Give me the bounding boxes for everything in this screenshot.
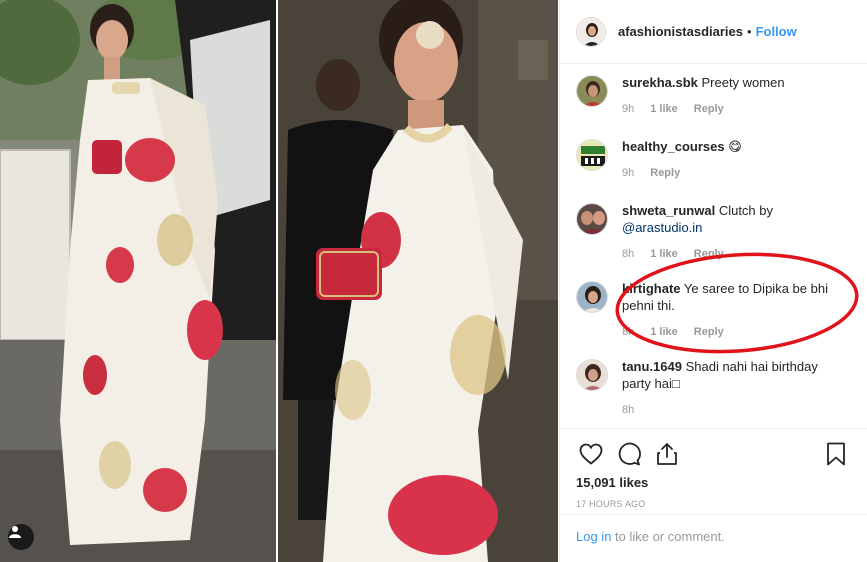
comment-likes-button[interactable]: 1 like xyxy=(650,246,678,263)
post-actions: 15,091 likes 17 HOURS AGO xyxy=(560,428,867,509)
comment-item: healthy_courses 😋 9h Reply xyxy=(576,118,851,182)
comment-time: 8h xyxy=(622,404,635,416)
comment-likes-button[interactable]: 1 like xyxy=(650,324,678,341)
post-photo[interactable] xyxy=(0,0,558,562)
heart-icon[interactable] xyxy=(576,439,606,469)
post-timestamp[interactable]: 17 HOURS AGO xyxy=(576,499,851,509)
comment-text-line: shweta_runwal Clutch by @arastudio.in xyxy=(622,202,842,236)
comment-text-line: tanu.1649 Shadi nahi hai birthday party … xyxy=(622,358,842,392)
comment-meta: 9h Reply xyxy=(622,165,842,182)
action-row xyxy=(576,435,851,473)
author-avatar[interactable] xyxy=(576,16,606,47)
comment-reply-button[interactable]: Reply xyxy=(694,324,724,341)
header-separator: • xyxy=(747,24,752,39)
comment-reply-button[interactable]: Reply xyxy=(650,165,680,182)
author-username[interactable]: afashionistasdiaries xyxy=(618,24,743,39)
comment-mention-link[interactable]: @arastudio.in xyxy=(622,220,702,235)
comment-username[interactable]: surekha.sbk xyxy=(622,75,698,90)
login-prompt: Log in to like or comment. xyxy=(560,514,867,562)
comment-username[interactable]: healthy_courses xyxy=(622,139,725,154)
commenter-avatar[interactable] xyxy=(576,359,608,391)
share-icon[interactable] xyxy=(652,439,682,469)
login-link[interactable]: Log in xyxy=(576,529,611,544)
comment-item: tanu.1649 Shadi nahi hai birthday party … xyxy=(576,341,851,419)
comment-body: surekha.sbk Preety women 9h 1 like Reply xyxy=(622,74,842,118)
comment-time: 9h xyxy=(622,167,635,179)
commenter-avatar[interactable] xyxy=(576,75,608,107)
comments-list[interactable]: surekha.sbk Preety women 9h 1 like Reply… xyxy=(560,64,867,429)
post-header: afashionistasdiaries • Follow xyxy=(560,0,867,64)
comment-item: kirtighate Ye saree to Dipika be bhi peh… xyxy=(576,263,851,341)
comment-reply-button[interactable]: Reply xyxy=(694,246,724,263)
comment-body: kirtighate Ye saree to Dipika be bhi peh… xyxy=(622,280,842,341)
comment-icon[interactable] xyxy=(614,439,644,469)
comment-username[interactable]: shweta_runwal xyxy=(622,203,715,218)
login-suffix: to like or comment. xyxy=(611,529,725,544)
comment-item: surekha.sbk Preety women 9h 1 like Reply xyxy=(576,64,851,118)
comment-time: 9h xyxy=(622,103,635,115)
right-photo-illustration xyxy=(278,0,558,562)
comment-meta: 8h xyxy=(622,402,842,419)
comment-meta: 9h 1 like Reply xyxy=(622,101,842,118)
left-photo-illustration xyxy=(0,0,276,562)
photo-left-panel xyxy=(0,0,276,562)
comment-body: shweta_runwal Clutch by @arastudio.in 8h… xyxy=(622,202,842,263)
comment-username[interactable]: kirtighate xyxy=(622,281,681,296)
profile-badge-icon[interactable] xyxy=(8,524,34,550)
comment-text-line: kirtighate Ye saree to Dipika be bhi peh… xyxy=(622,280,842,314)
comment-body: healthy_courses 😋 9h Reply xyxy=(622,138,842,182)
comment-time: 8h xyxy=(622,326,635,338)
comment-item: shweta_runwal Clutch by @arastudio.in 8h… xyxy=(576,182,851,263)
comment-likes-button[interactable]: 1 like xyxy=(650,101,678,118)
follow-button[interactable]: Follow xyxy=(756,24,797,39)
likes-count[interactable]: 15,091 likes xyxy=(576,475,851,490)
comment-body: tanu.1649 Shadi nahi hai birthday party … xyxy=(622,358,842,419)
comment-time: 8h xyxy=(622,248,635,260)
comment-username[interactable]: tanu.1649 xyxy=(622,359,682,374)
comment-meta: 8h 1 like Reply xyxy=(622,246,842,263)
comment-text: Clutch by xyxy=(715,203,774,218)
commenter-avatar[interactable] xyxy=(576,139,608,171)
commenter-avatar[interactable] xyxy=(576,203,608,235)
bookmark-icon[interactable] xyxy=(821,439,851,469)
commenter-avatar[interactable] xyxy=(576,281,608,313)
comment-text-line: surekha.sbk Preety women xyxy=(622,74,842,91)
comment-text: 😋 xyxy=(724,139,742,154)
comment-reply-button[interactable]: Reply xyxy=(694,101,724,118)
photo-right-panel xyxy=(278,0,558,562)
comment-text-line: healthy_courses 😋 xyxy=(622,138,842,155)
comment-text: Preety women xyxy=(697,75,785,90)
post-sidebar: afashionistasdiaries • Follow surekha.sb… xyxy=(559,0,867,562)
comment-meta: 8h 1 like Reply xyxy=(622,324,842,341)
